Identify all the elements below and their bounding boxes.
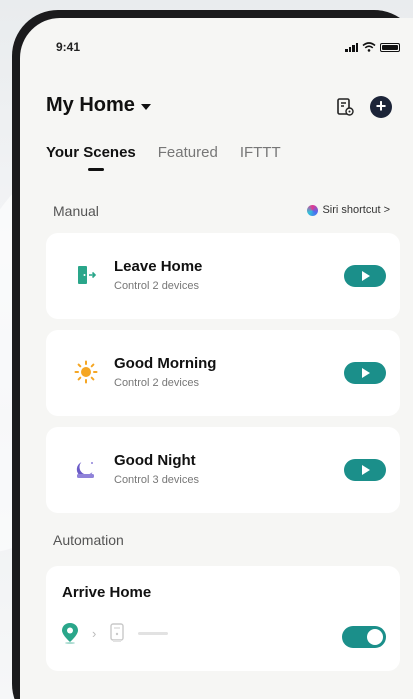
siri-icon	[307, 204, 319, 216]
automation-flow: ›	[60, 622, 169, 644]
scene-card-leave-home[interactable]: Leave Home Control 2 devices	[46, 233, 400, 319]
scene-log-icon[interactable]	[334, 96, 356, 118]
status-time: 9:41	[56, 40, 81, 54]
automation-section-label: Automation	[53, 532, 124, 548]
caret-down-icon	[140, 103, 151, 110]
run-scene-button[interactable]	[344, 265, 386, 287]
sun-icon	[74, 360, 98, 384]
battery-icon	[380, 43, 400, 52]
wifi-icon	[362, 42, 376, 52]
siri-shortcut-link[interactable]: Siri shortcut >	[307, 204, 390, 216]
scene-name: Good Morning	[114, 355, 217, 372]
scene-card-good-morning[interactable]: Good Morning Control 2 devices	[46, 330, 400, 416]
status-icons	[345, 42, 400, 52]
moon-icon	[76, 462, 94, 478]
phone-frame: 9:41 My Home + Your Scenes Featured IFTT…	[12, 10, 413, 699]
header: My Home +	[46, 94, 394, 122]
run-scene-button[interactable]	[344, 459, 386, 481]
add-scene-button[interactable]: +	[370, 96, 392, 118]
scene-tabs: Your Scenes Featured IFTTT	[46, 144, 281, 171]
app-screen: 9:41 My Home + Your Scenes Featured IFTT…	[20, 18, 413, 699]
tab-ifttt[interactable]: IFTTT	[240, 144, 281, 161]
door-exit-icon	[78, 266, 97, 284]
chevron-right-icon: ›	[92, 625, 97, 641]
scene-device-count: Control 3 devices	[114, 474, 199, 486]
device-icon	[110, 623, 125, 642]
scene-name: Leave Home	[114, 258, 203, 275]
scene-device-count: Control 2 devices	[114, 377, 199, 389]
tab-your-scenes[interactable]: Your Scenes	[46, 144, 136, 171]
scene-card-good-night[interactable]: Good Night Control 3 devices	[46, 427, 400, 513]
placeholder-bar	[138, 631, 169, 635]
location-pin-icon	[62, 623, 78, 644]
home-selector[interactable]: My Home	[46, 94, 151, 117]
scene-name: Good Night	[114, 452, 196, 469]
tab-featured[interactable]: Featured	[158, 144, 218, 161]
automation-toggle[interactable]	[342, 626, 386, 648]
manual-section-label: Manual	[53, 203, 99, 219]
home-title: My Home	[46, 94, 135, 116]
scene-device-count: Control 2 devices	[114, 280, 199, 292]
automation-name: Arrive Home	[62, 584, 152, 601]
automation-card-arrive-home[interactable]: Arrive Home ›	[46, 566, 400, 671]
siri-shortcut-label: Siri shortcut >	[322, 204, 390, 216]
status-bar: 9:41	[56, 40, 400, 58]
cellular-signal-icon	[345, 42, 358, 52]
run-scene-button[interactable]	[344, 362, 386, 384]
